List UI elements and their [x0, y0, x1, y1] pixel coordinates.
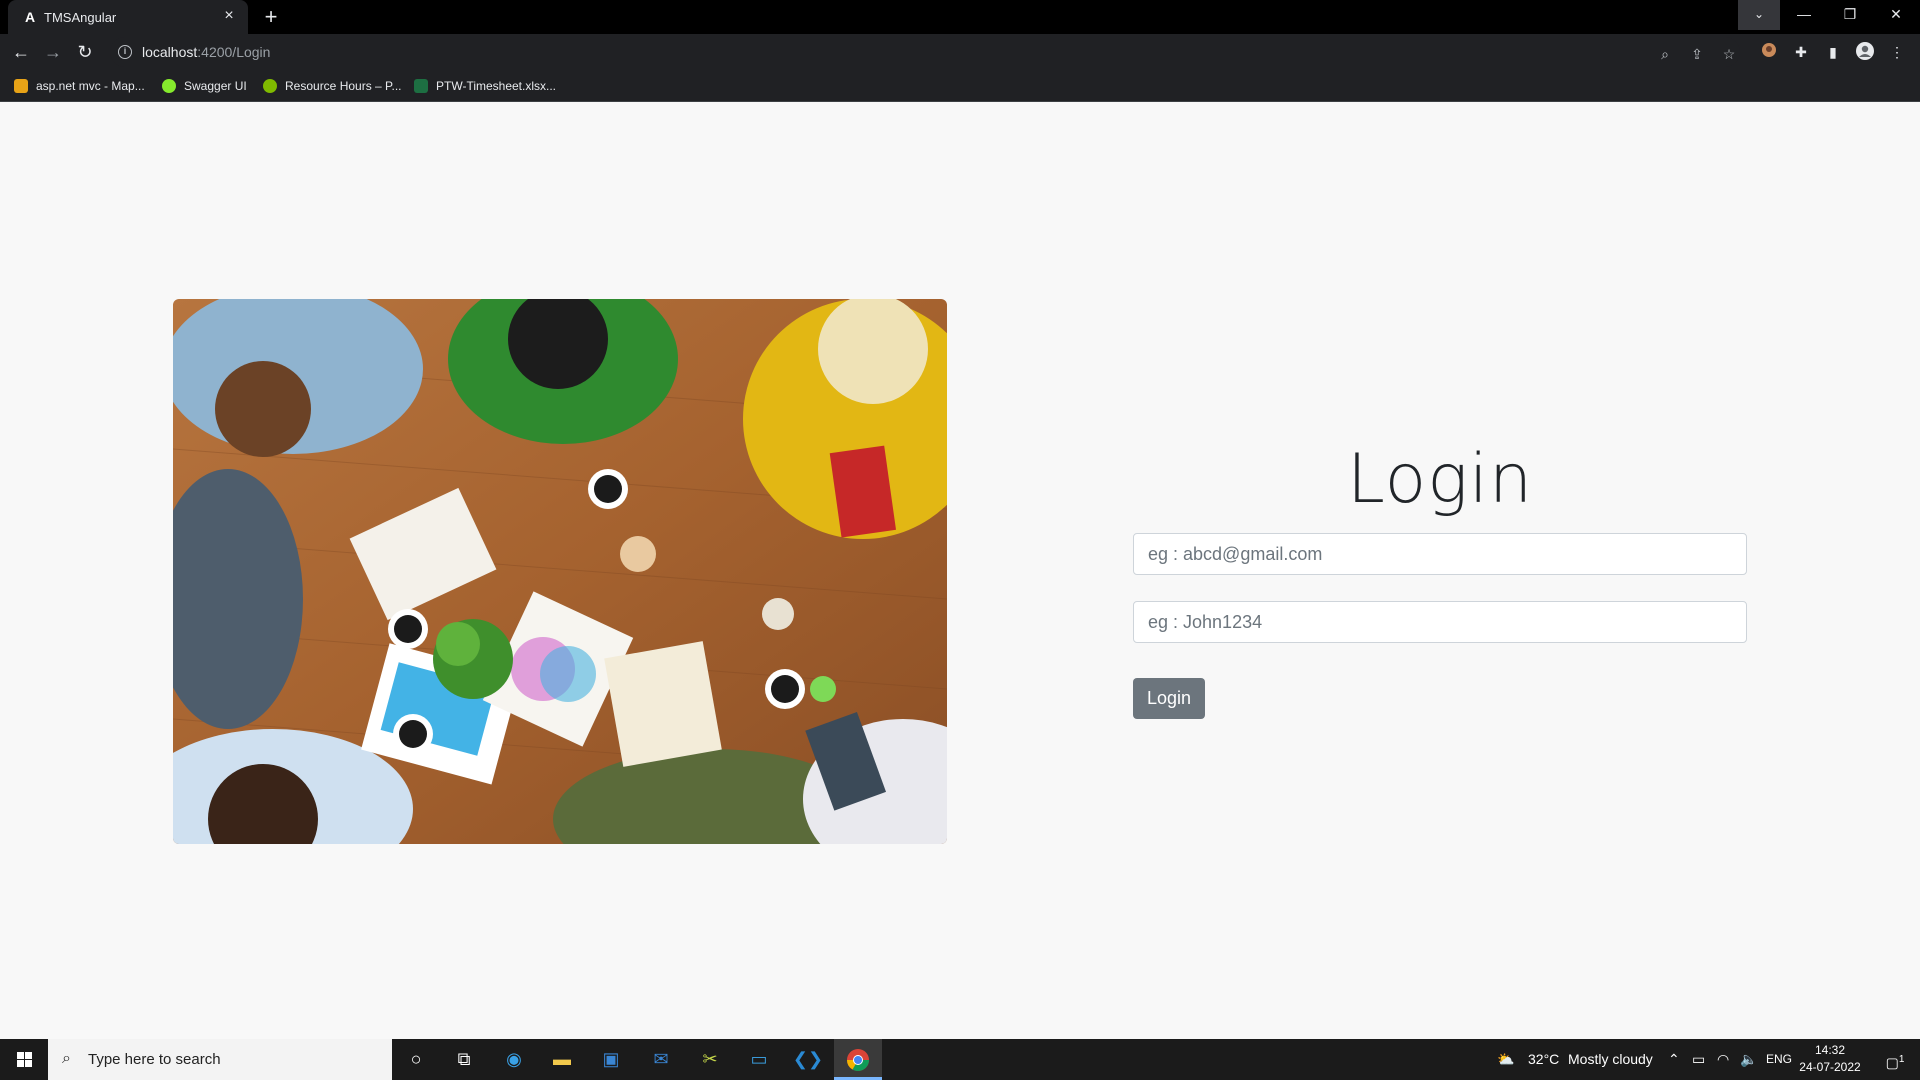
- clock-date: 24-07-2022: [1799, 1060, 1861, 1074]
- volume-icon[interactable]: 🔈: [1740, 1039, 1757, 1080]
- stackoverflow-icon: [14, 79, 28, 93]
- swagger-icon: [162, 79, 176, 93]
- notification-count: 1: [1898, 1054, 1905, 1065]
- bookmark-item[interactable]: Resource Hours – P...: [263, 77, 402, 95]
- chevron-up-icon[interactable]: ⌃: [1668, 1039, 1680, 1080]
- weather-text[interactable]: Mostly cloudy: [1568, 1039, 1653, 1080]
- browser-tab-active[interactable]: A TMSAngular ×: [8, 0, 248, 34]
- mail-icon[interactable]: ✉: [637, 1039, 685, 1080]
- bookmark-star-icon[interactable]: ☆: [1720, 45, 1738, 63]
- tab-title: TMSAngular: [44, 10, 117, 25]
- profile-avatar-icon[interactable]: [1854, 41, 1876, 63]
- windows-taskbar: ⌕ Type here to search ○ ⧉ ◉ ▬ ▣ ✉ ✂ ▭ ❮❯…: [0, 1039, 1920, 1080]
- taskbar-search-placeholder: Type here to search: [88, 1051, 221, 1068]
- bookmark-label: Resource Hours – P...: [285, 79, 402, 93]
- chrome-menu-icon[interactable]: ⋮: [1886, 41, 1908, 63]
- url-text[interactable]: localhost:4200/Login: [142, 44, 270, 60]
- url-host: localhost: [142, 44, 198, 60]
- back-arrow-icon[interactable]: ←: [9, 40, 33, 64]
- remote-desktop-icon[interactable]: ▭: [735, 1039, 783, 1080]
- notification-center-icon[interactable]: ▢1: [1880, 1039, 1910, 1080]
- address-bar[interactable]: i localhost:4200/Login ⌕ ⇪ ☆: [110, 37, 1740, 67]
- minimize-icon[interactable]: —: [1781, 0, 1827, 30]
- battery-icon[interactable]: ▭: [1692, 1039, 1705, 1080]
- extensions-puzzle-icon[interactable]: ✚: [1790, 41, 1812, 63]
- url-path: :4200/Login: [197, 44, 271, 60]
- bookmark-item[interactable]: Swagger UI: [162, 77, 247, 95]
- zoom-icon[interactable]: ⌕: [1656, 45, 1674, 63]
- browser-titlebar: A TMSAngular × + ⌄ — ❐ ✕: [0, 0, 1920, 34]
- share-icon[interactable]: ⇪: [1688, 45, 1706, 63]
- extension-avatar-icon[interactable]: [1758, 41, 1780, 63]
- angular-favicon-icon: A: [24, 9, 36, 25]
- bookmark-item[interactable]: asp.net mvc - Map...: [14, 77, 145, 95]
- login-button[interactable]: Login: [1133, 678, 1205, 719]
- edge-icon[interactable]: ◉: [490, 1039, 538, 1080]
- site-info-icon[interactable]: i: [118, 45, 132, 59]
- browser-toolbar: ← → ↻ i localhost:4200/Login ⌕ ⇪ ☆ ✚ ▮ ⋮: [0, 34, 1920, 70]
- taskbar-clock[interactable]: 14:32 24-07-2022: [1790, 1042, 1870, 1076]
- cortana-icon[interactable]: ○: [392, 1039, 440, 1080]
- tab-search-icon[interactable]: ⌄: [1738, 0, 1780, 30]
- weather-cloud-icon[interactable]: ⛅: [1497, 1039, 1514, 1080]
- team-meeting-image: [173, 299, 947, 844]
- bookmarks-bar: asp.net mvc - Map... Swagger UI Resource…: [0, 70, 1920, 102]
- tab-close-icon[interactable]: ×: [220, 7, 238, 25]
- email-field[interactable]: [1133, 533, 1747, 575]
- password-field[interactable]: [1133, 601, 1747, 643]
- snipping-tool-icon[interactable]: ✂: [686, 1039, 734, 1080]
- vscode-icon[interactable]: ❮❯: [784, 1039, 832, 1080]
- store-icon[interactable]: ▣: [587, 1039, 635, 1080]
- clock-time: 14:32: [1814, 1043, 1846, 1057]
- task-view-icon[interactable]: ⧉: [440, 1039, 488, 1080]
- bookmark-label: asp.net mvc - Map...: [36, 79, 145, 93]
- bookmark-item[interactable]: PTW-Timesheet.xlsx...: [414, 77, 556, 95]
- bookmark-label: Swagger UI: [184, 79, 247, 93]
- side-panel-icon[interactable]: ▮: [1822, 41, 1844, 63]
- notification-bubble-icon: ▢: [1885, 1054, 1899, 1071]
- windows-start-icon[interactable]: [0, 1039, 48, 1080]
- resource-hours-icon: [263, 79, 277, 93]
- taskbar-search-input[interactable]: ⌕ Type here to search: [48, 1039, 392, 1080]
- search-icon: ⌕: [62, 1050, 71, 1067]
- restore-icon[interactable]: ❐: [1827, 0, 1873, 30]
- language-indicator[interactable]: ENG: [1766, 1039, 1792, 1080]
- window-close-icon[interactable]: ✕: [1873, 0, 1919, 30]
- file-explorer-icon[interactable]: ▬: [538, 1039, 586, 1080]
- chrome-icon[interactable]: [834, 1039, 882, 1080]
- forward-arrow-icon[interactable]: →: [41, 40, 65, 64]
- reload-icon[interactable]: ↻: [73, 40, 97, 64]
- wifi-icon[interactable]: ◠: [1717, 1039, 1729, 1080]
- bookmark-label: PTW-Timesheet.xlsx...: [436, 79, 557, 93]
- excel-icon: [414, 79, 428, 93]
- new-tab-button[interactable]: +: [258, 4, 284, 30]
- weather-temp[interactable]: 32°C: [1528, 1039, 1559, 1080]
- login-heading: Login: [1346, 440, 1534, 519]
